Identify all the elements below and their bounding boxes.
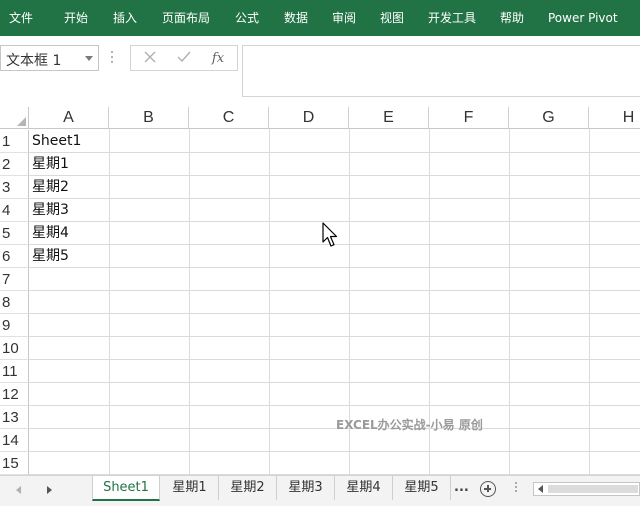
row-header-6[interactable]: 6 <box>0 245 29 268</box>
sheet-tab-day1[interactable]: 星期1 <box>161 476 219 500</box>
row-header-14[interactable]: 14 <box>0 429 29 452</box>
sheet-tab-bar: Sheet1 星期1 星期2 星期3 星期4 星期5 ... <box>0 475 640 506</box>
ribbon-tab-insert[interactable]: 插入 <box>113 0 137 36</box>
ribbon-tab-review[interactable]: 审阅 <box>332 0 356 36</box>
row-header-7[interactable]: 7 <box>0 268 29 291</box>
tab-split-grip-icon[interactable] <box>515 482 517 496</box>
scroll-tabs-right-icon[interactable] <box>47 486 52 494</box>
ribbon-tab-page-layout[interactable]: 页面布局 <box>162 0 210 36</box>
ribbon-tab-data[interactable]: 数据 <box>284 0 308 36</box>
column-header-d[interactable]: D <box>269 107 349 129</box>
row-header-5[interactable]: 5 <box>0 222 29 245</box>
scroll-left-icon[interactable] <box>538 485 543 493</box>
mouse-pointer-icon <box>322 222 338 247</box>
row-header-3[interactable]: 3 <box>0 176 29 199</box>
formula-bar-grip-icon[interactable] <box>110 51 114 65</box>
ribbon-tab-developer[interactable]: 开发工具 <box>428 0 476 36</box>
cell-a1[interactable]: Sheet1 <box>32 130 81 153</box>
row-header-4[interactable]: 4 <box>0 199 29 222</box>
name-box[interactable]: 文本框 1 <box>0 45 99 71</box>
cell-a6[interactable]: 星期5 <box>32 245 69 268</box>
scrollbar-thumb[interactable] <box>548 485 638 493</box>
sheet-tab-day5[interactable]: 星期5 <box>393 476 451 500</box>
formula-input[interactable] <box>242 45 640 97</box>
scroll-tabs-left-icon[interactable] <box>16 486 21 494</box>
name-box-value: 文本框 1 <box>6 53 62 69</box>
column-header-f[interactable]: F <box>429 107 509 129</box>
column-header-e[interactable]: E <box>349 107 429 129</box>
ribbon-tab-power-pivot[interactable]: Power Pivot <box>548 0 618 36</box>
insert-function-button[interactable]: fx <box>205 48 231 70</box>
enter-check-icon[interactable] <box>171 48 197 70</box>
ribbon-tab-help[interactable]: 帮助 <box>500 0 524 36</box>
column-header-c[interactable]: C <box>189 107 269 129</box>
row-header-8[interactable]: 8 <box>0 291 29 314</box>
column-header-a[interactable]: A <box>29 107 109 129</box>
cancel-x-icon[interactable] <box>137 48 163 70</box>
chevron-down-icon[interactable] <box>85 56 93 61</box>
watermark-text: EXCEL办公实战-小易 原创 <box>336 418 483 432</box>
row-header-10[interactable]: 10 <box>0 337 29 360</box>
sheet-tab-day4[interactable]: 星期4 <box>335 476 393 500</box>
sheet-tab-day2[interactable]: 星期2 <box>219 476 277 500</box>
row-header-12[interactable]: 12 <box>0 383 29 406</box>
row-header-1[interactable]: 1 <box>0 130 29 153</box>
column-header-g[interactable]: G <box>509 107 589 129</box>
cell-a2[interactable]: 星期1 <box>32 153 69 176</box>
row-header-15[interactable]: 15 <box>0 452 29 475</box>
more-sheets-button[interactable]: ... <box>454 480 469 495</box>
formula-buttons: fx <box>130 45 238 71</box>
row-header-11[interactable]: 11 <box>0 360 29 383</box>
cell-a4[interactable]: 星期3 <box>32 199 69 222</box>
row-header-13[interactable]: 13 <box>0 406 29 429</box>
ribbon-tab-bar: 文件 开始 插入 页面布局 公式 数据 审阅 视图 开发工具 帮助 Power … <box>0 0 640 36</box>
column-header-h[interactable]: H <box>589 107 640 129</box>
select-all-button[interactable] <box>0 107 29 129</box>
formula-bar: 文本框 1 fx <box>0 36 640 102</box>
row-header-2[interactable]: 2 <box>0 153 29 176</box>
sheet-tab-day3[interactable]: 星期3 <box>277 476 335 500</box>
cell-a3[interactable]: 星期2 <box>32 176 69 199</box>
ribbon-tab-formulas[interactable]: 公式 <box>235 0 259 36</box>
ribbon-tab-view[interactable]: 视图 <box>380 0 404 36</box>
row-header-9[interactable]: 9 <box>0 314 29 337</box>
ribbon-tab-file[interactable]: 文件 <box>9 0 33 36</box>
plus-circle-icon[interactable] <box>480 481 496 497</box>
sheet-tab-sheet1[interactable]: Sheet1 <box>92 476 160 501</box>
ribbon-tab-home[interactable]: 开始 <box>64 0 88 36</box>
column-header-b[interactable]: B <box>109 107 189 129</box>
cell-a5[interactable]: 星期4 <box>32 222 69 245</box>
worksheet-grid: A B C D E F G H 1 2 3 4 5 6 7 8 9 10 11 … <box>0 107 640 475</box>
horizontal-scrollbar[interactable] <box>533 482 640 496</box>
